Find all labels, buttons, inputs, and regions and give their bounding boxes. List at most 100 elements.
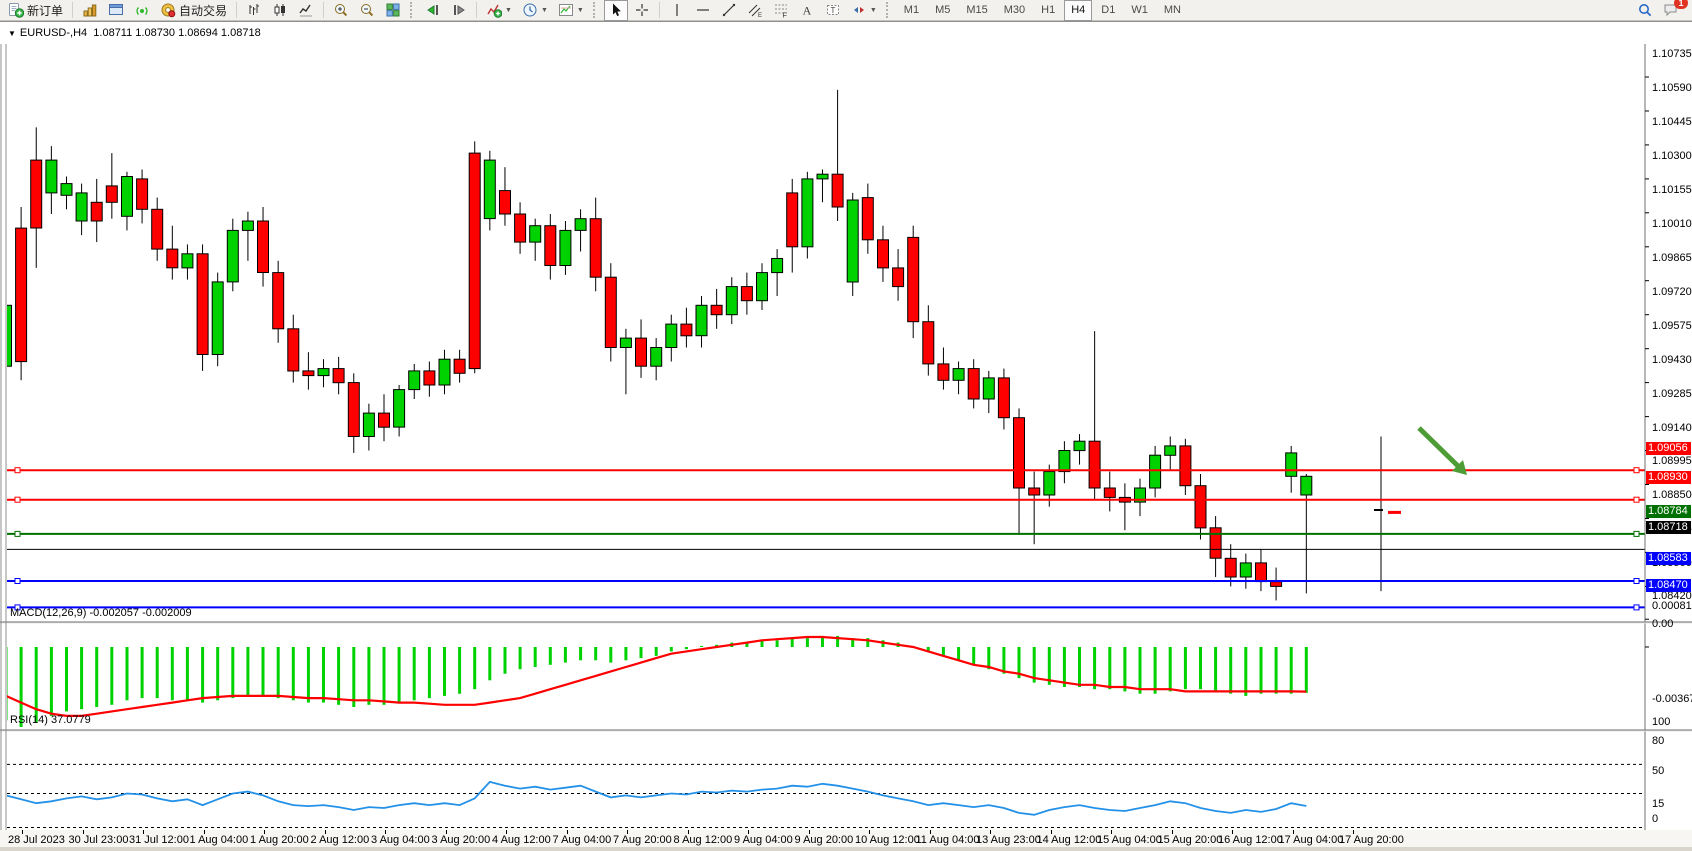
arrows-button[interactable]: ▼ bbox=[847, 0, 881, 21]
timeframe-mn-label: MN bbox=[1164, 4, 1181, 16]
chat-button[interactable]: 1 bbox=[1659, 0, 1683, 21]
candle-chart-button[interactable] bbox=[268, 0, 292, 21]
forming-bar-bid-tick bbox=[1374, 509, 1383, 511]
time-axis-label: 4 Aug 12:00 bbox=[492, 834, 551, 846]
timeframe-m15[interactable]: M15 bbox=[959, 0, 994, 21]
channel-button[interactable]: E bbox=[743, 0, 767, 21]
chart-shift-button[interactable] bbox=[447, 0, 471, 21]
time-axis-label: 15 Aug 04:00 bbox=[1097, 834, 1162, 846]
chevron-down-icon[interactable]: ▼ bbox=[577, 7, 584, 14]
timeframe-w1-label: W1 bbox=[1131, 4, 1148, 16]
time-axis-label: 16 Aug 12:00 bbox=[1218, 834, 1283, 846]
time-axis-label: 15 Aug 20:00 bbox=[1158, 834, 1223, 846]
toolbar-separator bbox=[659, 2, 660, 18]
svg-text:E: E bbox=[758, 13, 762, 18]
timeframe-m1[interactable]: M1 bbox=[897, 0, 926, 21]
trendline-button[interactable] bbox=[717, 0, 741, 21]
price-line-tag: 1.08583 bbox=[1646, 552, 1691, 565]
crosshair-button[interactable] bbox=[630, 0, 654, 21]
text-button[interactable]: A bbox=[795, 0, 819, 21]
price-axis-tick: 1.10300 bbox=[1652, 150, 1692, 162]
signals-icon bbox=[134, 2, 150, 18]
price-axis-tick: 1.09575 bbox=[1652, 320, 1692, 332]
toolbar-separator bbox=[323, 2, 324, 18]
line-chart-button[interactable] bbox=[294, 0, 318, 21]
timeframe-m30[interactable]: M30 bbox=[997, 0, 1032, 21]
data-window-button[interactable] bbox=[104, 0, 128, 21]
charts-button[interactable] bbox=[78, 0, 102, 21]
price-line-tag: 1.08470 bbox=[1646, 579, 1691, 592]
crosshair-icon bbox=[634, 2, 650, 18]
timeframe-h4[interactable]: H4 bbox=[1064, 0, 1092, 21]
rsi-axis-tick: 0 bbox=[1652, 813, 1658, 825]
bar-chart-button[interactable] bbox=[242, 0, 266, 21]
fibonacci-icon: F bbox=[773, 2, 789, 18]
price-line-tag: 1.09056 bbox=[1646, 442, 1691, 455]
timeframe-m5-label: M5 bbox=[935, 4, 950, 16]
forming-bar-ask-tick bbox=[1388, 511, 1401, 514]
new-order-button[interactable]: 新订单 bbox=[4, 0, 67, 21]
auto-scroll-button[interactable] bbox=[421, 0, 445, 21]
chevron-down-icon[interactable]: ▼ bbox=[541, 7, 548, 14]
chevron-down-icon[interactable]: ▼ bbox=[505, 7, 512, 14]
timeframe-h1-label: H1 bbox=[1041, 4, 1055, 16]
time-axis[interactable]: 28 Jul 202330 Jul 23:0031 Jul 12:001 Aug… bbox=[0, 830, 1692, 847]
trend-arrow-annotation[interactable] bbox=[1419, 428, 1467, 475]
new-order-button-label: 新订单 bbox=[27, 2, 63, 19]
bar-chart-icon bbox=[246, 2, 262, 18]
notification-badge: 1 bbox=[1674, 0, 1688, 9]
chevron-down-icon[interactable]: ▼ bbox=[870, 7, 877, 14]
timeframe-h1[interactable]: H1 bbox=[1034, 0, 1062, 21]
cursor-button[interactable] bbox=[604, 0, 628, 21]
time-axis-label: 7 Aug 20:00 bbox=[613, 834, 672, 846]
autotrading-button[interactable]: 自动交易 bbox=[156, 0, 231, 21]
line-handle bbox=[15, 531, 20, 536]
price-axis-tick: 1.08850 bbox=[1652, 489, 1692, 501]
toolbar-grip[interactable] bbox=[410, 2, 415, 18]
autotrading-icon bbox=[160, 2, 176, 18]
price-axis-tick: 1.10445 bbox=[1652, 116, 1692, 128]
chart-canvas[interactable] bbox=[0, 22, 1692, 851]
macd-pane-label: MACD(12,26,9) -0.002057 -0.002009 bbox=[10, 607, 192, 619]
time-axis-label: 17 Aug 04:00 bbox=[1279, 834, 1344, 846]
price-axis-tick: 1.08995 bbox=[1652, 455, 1692, 467]
time-axis-label: 30 Jul 23:00 bbox=[69, 834, 129, 846]
channel-icon: E bbox=[747, 2, 763, 18]
rsi-line bbox=[6, 782, 1306, 815]
indicators-button[interactable]: ▼ bbox=[482, 0, 516, 21]
timeframe-m5[interactable]: M5 bbox=[928, 0, 957, 21]
templates-button[interactable]: ▼ bbox=[554, 0, 588, 21]
chart-window: ▼EURUSD-,H4 1.08711 1.08730 1.08694 1.08… bbox=[0, 21, 1692, 851]
search-button[interactable] bbox=[1633, 0, 1657, 21]
search-icon bbox=[1637, 2, 1653, 18]
horizontal-line-button[interactable] bbox=[691, 0, 715, 21]
vertical-line-button[interactable] bbox=[665, 0, 689, 21]
auto-scroll-icon bbox=[425, 2, 441, 18]
timeframe-h4-label: H4 bbox=[1071, 4, 1085, 16]
periods-button[interactable]: ▼ bbox=[518, 0, 552, 21]
timeframe-d1[interactable]: D1 bbox=[1094, 0, 1122, 21]
timeframe-m1-label: M1 bbox=[904, 4, 919, 16]
toolbar-grip[interactable] bbox=[886, 2, 891, 18]
chart-shift-icon bbox=[451, 2, 467, 18]
svg-text:T: T bbox=[830, 6, 835, 15]
zoom-out-button[interactable] bbox=[355, 0, 379, 21]
fibonacci-button[interactable]: F bbox=[769, 0, 793, 21]
timeframe-w1[interactable]: W1 bbox=[1124, 0, 1155, 21]
toolbar-grip[interactable] bbox=[593, 2, 598, 18]
text-label-button[interactable]: T bbox=[821, 0, 845, 21]
text-label-icon: T bbox=[825, 2, 841, 18]
horizontal-line-objects[interactable] bbox=[7, 468, 1645, 610]
tile-windows-button[interactable] bbox=[381, 0, 405, 21]
autotrading-button-label: 自动交易 bbox=[179, 2, 227, 19]
signals-button[interactable] bbox=[130, 0, 154, 21]
price-axis-tick: 1.09285 bbox=[1652, 388, 1692, 400]
templates-icon bbox=[558, 2, 574, 18]
clock-icon bbox=[522, 2, 538, 18]
candle-chart-icon bbox=[272, 2, 288, 18]
new-order-icon bbox=[8, 2, 24, 18]
zoom-in-button[interactable] bbox=[329, 0, 353, 21]
timeframe-mn[interactable]: MN bbox=[1157, 0, 1188, 21]
time-axis-label: 1 Aug 20:00 bbox=[250, 834, 309, 846]
time-axis-label: 31 Jul 12:00 bbox=[129, 834, 189, 846]
